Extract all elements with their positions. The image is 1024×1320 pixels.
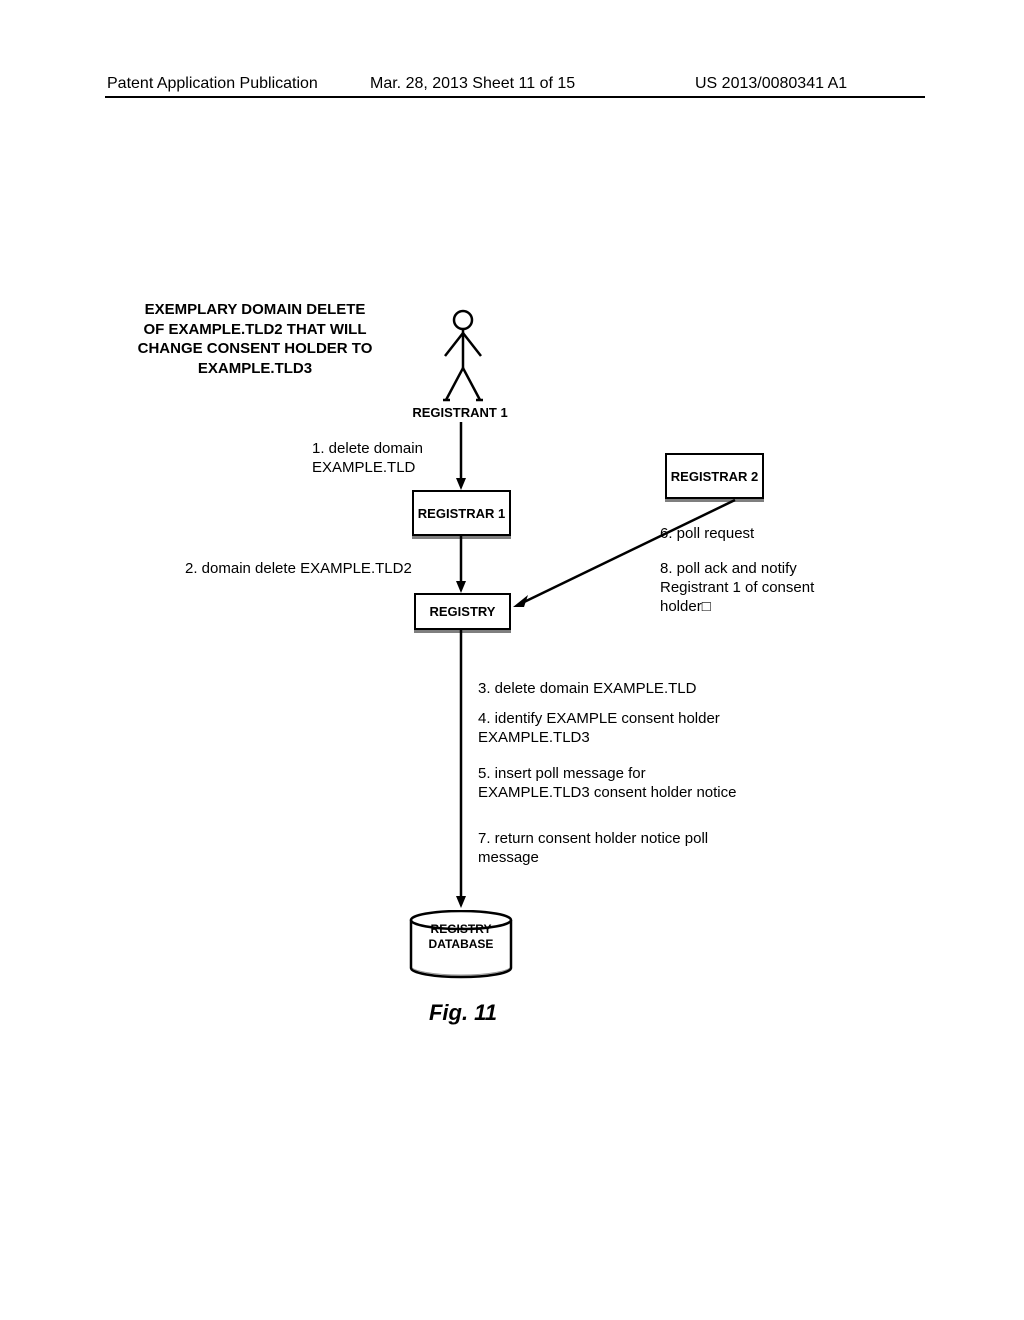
step-7: 7. return consent holder notice poll mes…	[478, 830, 748, 868]
header-left: Patent Application Publication	[107, 75, 318, 93]
step-1: 1. delete domain EXAMPLE.TLD	[312, 440, 452, 478]
registry-box: REGISTRY	[414, 593, 511, 630]
arrow-registrar1-to-registry	[453, 534, 469, 598]
registrant-icon	[438, 308, 488, 403]
figure-caption: Fig. 11	[408, 1000, 518, 1026]
arrow-reg1-to-registrar1	[453, 422, 469, 495]
header-rule	[105, 96, 925, 98]
registrar1-box: REGISTRAR 1	[412, 490, 511, 536]
arrow-registry-to-database	[453, 628, 469, 913]
step-8: 8. poll ack and notify Registrant 1 of c…	[660, 560, 830, 616]
step-4: 4. identify EXAMPLE consent holder EXAMP…	[478, 710, 748, 748]
registrar2-box: REGISTRAR 2	[665, 453, 764, 499]
step-3: 3. delete domain EXAMPLE.TLD	[478, 680, 748, 699]
database-label: REGISTRY DATABASE	[408, 922, 514, 952]
registrant-label: REGISTRANT 1	[400, 405, 520, 420]
step-5: 5. insert poll message for EXAMPLE.TLD3 …	[478, 765, 748, 803]
diagram-title: EXEMPLARY DOMAIN DELETE OF EXAMPLE.TLD2 …	[135, 300, 375, 378]
step-2: 2. domain delete EXAMPLE.TLD2	[185, 560, 445, 579]
header-right: US 2013/0080341 A1	[695, 75, 847, 93]
step-6: 6. poll request	[660, 525, 780, 544]
header-center: Mar. 28, 2013 Sheet 11 of 15	[370, 75, 575, 93]
